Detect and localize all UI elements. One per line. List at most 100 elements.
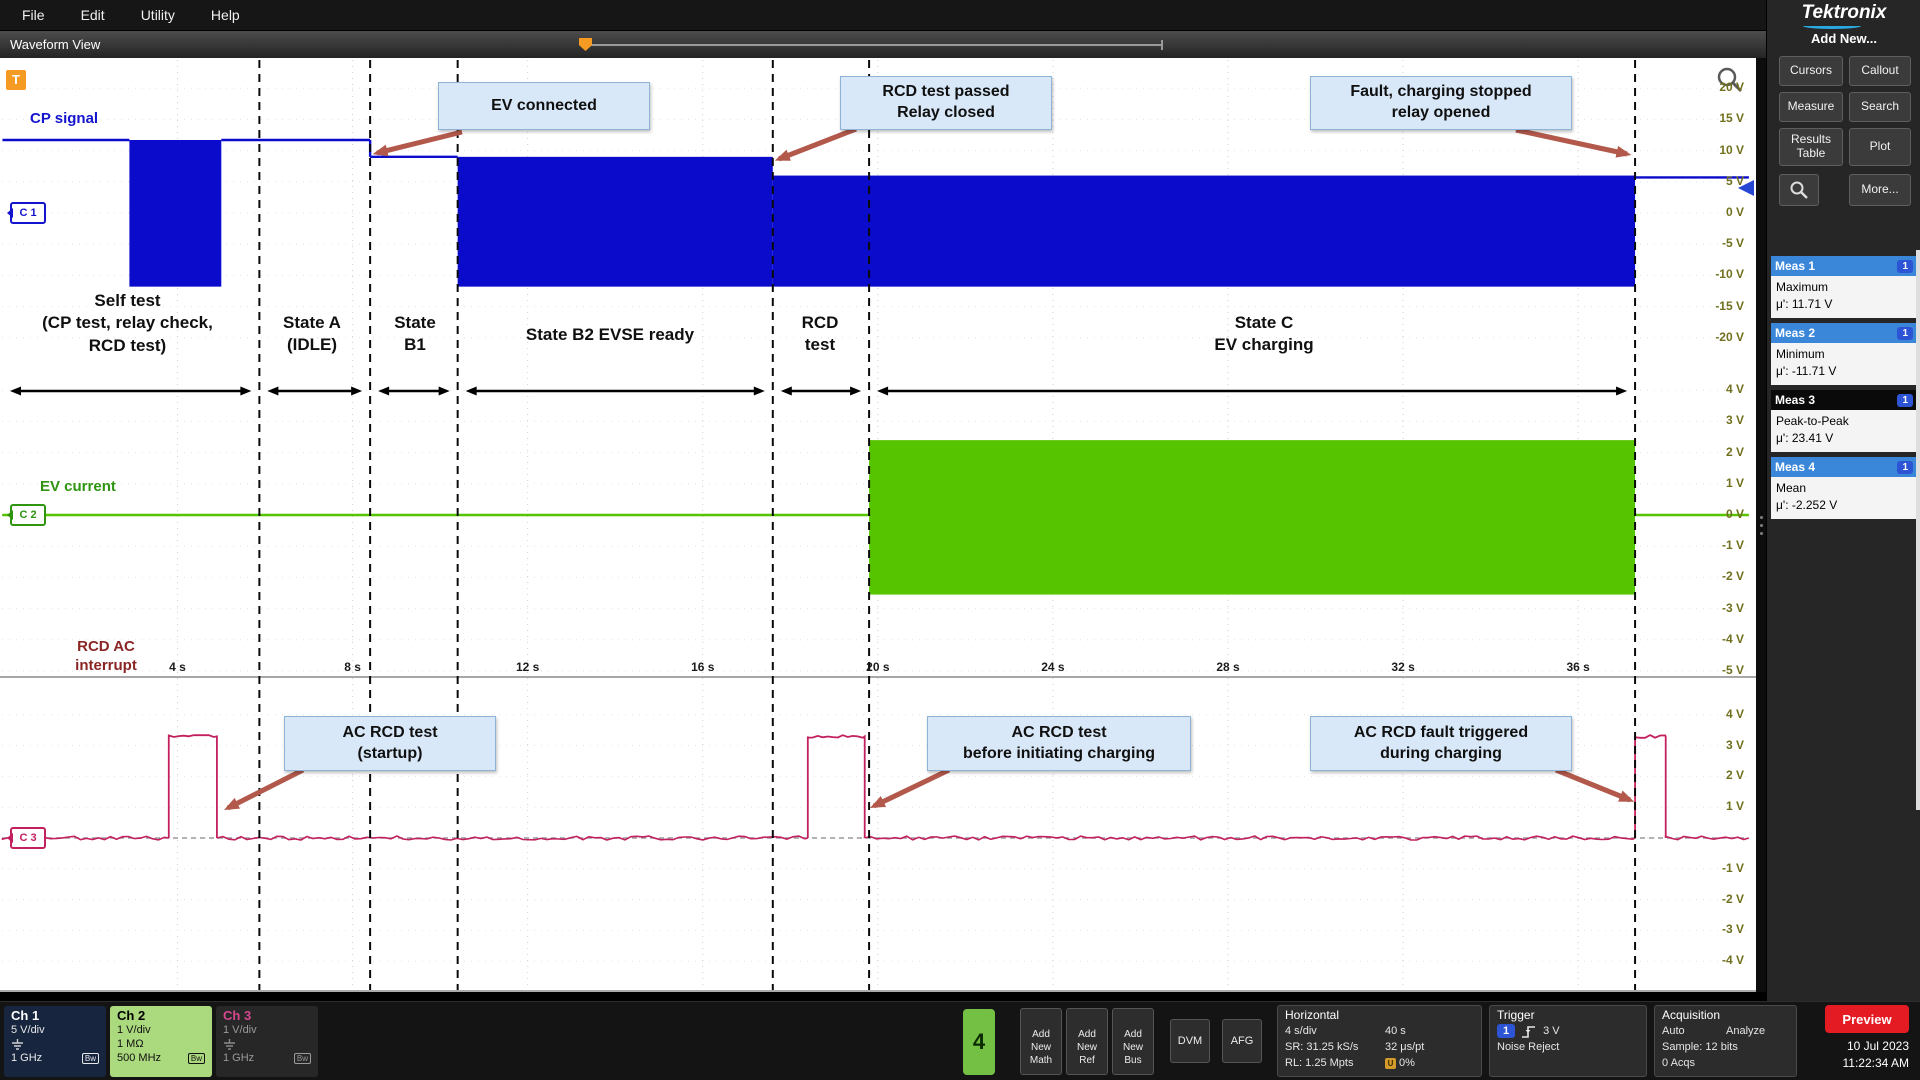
plot-button[interactable]: Plot [1849,128,1911,166]
channel1-card[interactable]: Ch 1 5 V/div 1 GHz Bw [4,1006,106,1077]
callout-ev-connected[interactable]: EV connected [438,82,650,130]
meas-value: μ': 23.41 V [1776,430,1912,447]
meas-stat: Maximum [1776,279,1912,296]
trigger-panel[interactable]: Trigger 1 3 V Noise Reject [1489,1005,1647,1077]
scale-label: -1 V [1688,538,1744,552]
bw-limit-badge: Bw [294,1053,311,1064]
menu-edit[interactable]: Edit [67,2,119,28]
measurement-card-meas4[interactable]: Meas 4 1 Mean μ': -2.252 V [1771,457,1917,519]
record-view-bar[interactable] [585,44,1163,46]
measure-button[interactable]: Measure [1779,92,1843,122]
sample-rate: SR: 31.25 kS/s [1285,1041,1385,1053]
measurement-card-meas3[interactable]: Meas 3 1 Peak-to-Peak μ': 23.41 V [1771,390,1917,452]
date-display: 10 Jul 2023 [1787,1039,1909,1053]
state-label-state-b1: State B1 [376,312,454,357]
callout-text: EV connected [439,96,649,117]
time-tick-label: 28 s [1208,660,1248,674]
trigger-source-badge[interactable]: T [6,70,26,90]
callout-ac-rcd-test-before-charging[interactable]: AC RCD test before initiating charging [927,716,1191,771]
callout-rcd-test-passed[interactable]: RCD test passed Relay closed [840,76,1052,130]
rcd-label-line2: interrupt [46,657,166,676]
callout-text: Fault, charging stopped [1311,82,1571,103]
scale-label: -4 V [1688,953,1744,967]
panel-scrollbar[interactable] [1916,250,1920,810]
search-button[interactable]: Search [1849,92,1911,122]
callout-text: AC RCD test [928,723,1190,744]
measurement-card-meas1[interactable]: Meas 1 1 Maximum μ': 11.71 V [1771,256,1917,318]
bw-limit-badge: Bw [188,1053,205,1064]
horizontal-panel[interactable]: Horizontal 4 s/div 40 s SR: 31.25 kS/s 3… [1277,1005,1482,1077]
channel1-badge[interactable]: C 1 [10,202,46,224]
time-tick-label: 36 s [1558,660,1598,674]
channel-scale: 1 V/div [223,1024,257,1036]
waveform-plot-area[interactable]: T C 1 C 2 C 3 CP signal EV current RCD A… [0,58,1756,992]
meas-value: μ': -11.71 V [1776,363,1912,380]
afg-button[interactable]: AFG [1222,1019,1262,1063]
meas-source-badge: 1 [1897,327,1913,340]
time-display: 11:22:34 AM [1787,1056,1909,1070]
meas-source-badge: 1 [1897,394,1913,407]
scale-label: 2 V [1688,445,1744,459]
channel-bandwidth: 1 GHz [223,1052,254,1064]
scale-label: 1 V [1688,799,1744,813]
meas-value: μ': -2.252 V [1776,497,1912,514]
state-label-self-test: Self test (CP test, relay check, RCD tes… [5,290,250,357]
sample-resolution: 32 μs/pt [1385,1041,1474,1053]
channel2-card[interactable]: Ch 2 1 V/div 1 MΩ 500 MHz Bw [110,1006,212,1077]
time-tick-label: 4 s [158,660,198,674]
scale-label: 1 V [1688,476,1744,490]
callout-fault-charging-stopped[interactable]: Fault, charging stopped relay opened [1310,76,1572,130]
waveform-view-titlebar[interactable]: Waveform View [0,30,1766,58]
time-tick-label: 12 s [508,660,548,674]
callout-button[interactable]: Callout [1849,56,1911,86]
preview-button[interactable]: Preview [1825,1005,1909,1033]
scale-label: 10 V [1688,143,1744,157]
cursors-button[interactable]: Cursors [1779,56,1843,86]
wave-count-button[interactable]: 4 [963,1009,995,1075]
menu-file[interactable]: File [8,2,59,28]
dvm-button[interactable]: DVM [1170,1019,1210,1063]
scale-label: -5 V [1688,236,1744,250]
menu-utility[interactable]: Utility [127,2,189,28]
channel3-badge[interactable]: C 3 [10,827,46,849]
trigger-position-marker[interactable] [579,38,592,51]
scale-label: 2 V [1688,768,1744,782]
callout-ac-rcd-fault-during-charging[interactable]: AC RCD fault triggered during charging [1310,716,1572,771]
callout-ac-rcd-test-startup[interactable]: AC RCD test (startup) [284,716,496,771]
add-new-ref-button[interactable]: AddNewRef [1066,1008,1108,1075]
channel-name: Ch 3 [223,1008,311,1023]
channel3-card[interactable]: Ch 3 1 V/div 1 GHz Bw [216,1006,318,1077]
callout-text: (startup) [285,744,495,765]
acquisition-count: 0 Acqs [1662,1057,1695,1069]
add-new-math-button[interactable]: AddNewMath [1020,1008,1062,1075]
scale-label: -3 V [1688,601,1744,615]
measurement-card-meas2[interactable]: Meas 2 1 Minimum μ': -11.71 V [1771,323,1917,385]
zoom-button[interactable] [1779,174,1819,206]
acquisition-panel[interactable]: Acquisition Auto Analyze Sample: 12 bits… [1654,1005,1797,1077]
waveform-canvas[interactable] [0,58,1756,992]
add-new-bus-button[interactable]: AddNewBus [1112,1008,1154,1075]
magnifier-icon [1789,180,1809,200]
scale-label: -15 V [1688,299,1744,313]
meas-stat: Peak-to-Peak [1776,413,1912,430]
ground-coupling-icon [11,1039,24,1050]
panel-splitter[interactable] [1756,58,1766,992]
time-tick-label: 32 s [1383,660,1423,674]
state-label-state-c: State C EV charging [1066,312,1462,357]
more-button[interactable]: More... [1849,174,1911,206]
menu-help[interactable]: Help [197,2,254,28]
callout-text: during charging [1311,744,1571,765]
scale-label: 5 V [1688,174,1744,188]
meas-source-badge: 1 [1897,461,1913,474]
state-label-state-a: State A (IDLE) [253,312,371,357]
callout-text: RCD test passed [841,82,1051,103]
bottom-bar: Ch 1 5 V/div 1 GHz Bw Ch 2 1 V/div 1 MΩ … [0,1001,1920,1080]
results-table-button[interactable]: Results Table [1779,128,1843,166]
meas-value: μ': 11.71 V [1776,296,1912,313]
scale-label: -4 V [1688,632,1744,646]
scale-label: -5 V [1688,663,1744,677]
channel2-badge[interactable]: C 2 [10,504,46,526]
scale-label: 20 V [1688,80,1744,94]
channel-name: Ch 2 [117,1008,205,1023]
callout-text: AC RCD fault triggered [1311,723,1571,744]
